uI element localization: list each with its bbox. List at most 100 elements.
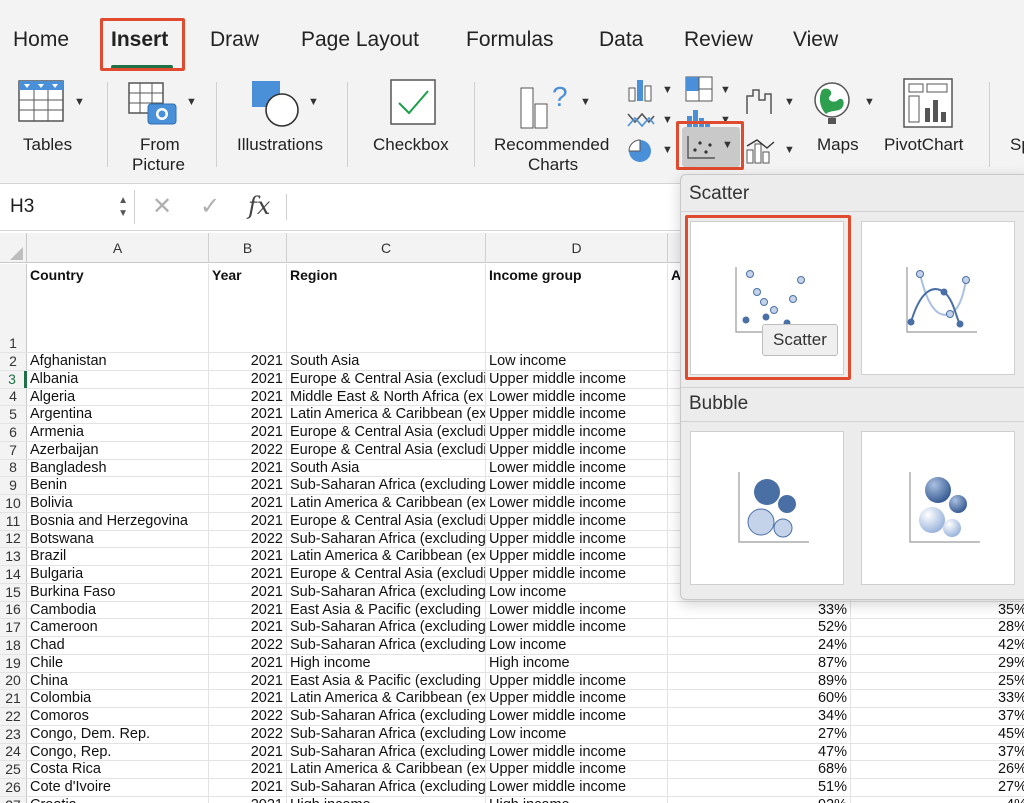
waterfall-chart-chevron-down-icon[interactable]: ▼ [784, 96, 795, 108]
cell[interactable]: Europe & Central Asia (excludi [287, 441, 486, 459]
cell[interactable]: 2021 [209, 690, 287, 707]
cell[interactable]: 29% [851, 655, 1024, 672]
cell[interactable]: Sub-Saharan Africa (excluding [287, 530, 486, 548]
cell[interactable]: Income group [486, 264, 668, 352]
cell[interactable]: 2022 [209, 708, 287, 725]
cell[interactable]: Lower middle income [486, 743, 668, 761]
table-icon[interactable] [18, 80, 64, 122]
cell[interactable]: Afghanistan [27, 353, 209, 370]
cell[interactable]: Sub-Saharan Africa (excluding [287, 619, 486, 636]
cell[interactable]: Lower middle income [486, 619, 668, 636]
cell[interactable]: Latin America & Caribbean (ex [287, 690, 486, 707]
cell[interactable]: 2021 [209, 672, 287, 690]
cell[interactable]: 2021 [209, 477, 287, 494]
column-header-c[interactable]: C [287, 233, 486, 263]
cell[interactable]: Europe & Central Asia (excludi [287, 566, 486, 583]
row-number[interactable]: 8 [0, 459, 27, 477]
row-number[interactable]: 10 [0, 495, 27, 512]
line-chart-chevron-down-icon[interactable]: ▼ [662, 114, 673, 126]
cell[interactable]: Argentina [27, 406, 209, 423]
row-number[interactable]: 13 [0, 548, 27, 565]
maps-globe-icon[interactable] [808, 78, 856, 126]
cell[interactable]: 2021 [209, 654, 287, 672]
row-number[interactable]: 27 [0, 797, 27, 803]
cell[interactable]: 28% [851, 619, 1024, 636]
cell[interactable]: Costa Rica [27, 761, 209, 778]
cell[interactable]: Lower middle income [486, 708, 668, 725]
checkbox-icon[interactable] [390, 79, 436, 125]
cell[interactable]: 60% [668, 690, 851, 707]
name-box[interactable]: H3 ▲ ▼ [0, 190, 135, 224]
cell[interactable]: 92% [668, 796, 851, 803]
tab-draw[interactable]: Draw [210, 28, 259, 52]
cell[interactable]: 2021 [209, 601, 287, 619]
row-number[interactable]: 23 [0, 726, 27, 743]
cell[interactable]: Brazil [27, 548, 209, 565]
cell[interactable]: 37% [851, 744, 1024, 761]
cell[interactable]: Lower middle income [486, 459, 668, 477]
cell[interactable]: Lower middle income [486, 601, 668, 619]
cell[interactable]: High income [287, 654, 486, 672]
hierarchy-chart-icon[interactable] [685, 76, 713, 102]
row-number[interactable]: 5 [0, 406, 27, 423]
cell[interactable]: 2021 [209, 566, 287, 583]
cell[interactable]: Upper middle income [486, 672, 668, 690]
cell[interactable]: Country [27, 264, 209, 352]
cell[interactable]: 2021 [209, 583, 287, 601]
cell[interactable]: 2022 [209, 637, 287, 654]
cell[interactable]: 34% [668, 708, 851, 725]
cell[interactable]: 27% [668, 725, 851, 743]
hierarchy-chart-chevron-down-icon[interactable]: ▼ [720, 84, 731, 96]
cell[interactable]: High income [486, 654, 668, 672]
scatter-smooth-lines-option-tile[interactable] [861, 221, 1015, 375]
cell[interactable]: Europe & Central Asia (excludi [287, 370, 486, 388]
cell[interactable]: Congo, Rep. [27, 743, 209, 761]
row-number[interactable]: 25 [0, 761, 27, 778]
column-chart-chevron-down-icon[interactable]: ▼ [662, 84, 673, 96]
cell[interactable]: 2021 [209, 406, 287, 423]
cell[interactable]: East Asia & Pacific (excluding [287, 601, 486, 619]
cell[interactable]: 33% [668, 601, 851, 619]
cell[interactable]: Sub-Saharan Africa (excluding [287, 637, 486, 654]
cell[interactable]: Sub-Saharan Africa (excluding [287, 743, 486, 761]
cell[interactable]: Lower middle income [486, 779, 668, 796]
cell[interactable]: Middle East & North Africa (ex [287, 388, 486, 406]
illustrations-icon[interactable] [251, 80, 301, 128]
row-number[interactable]: 14 [0, 566, 27, 583]
cell[interactable]: Sub-Saharan Africa (excluding [287, 725, 486, 743]
cell[interactable]: Low income [486, 725, 668, 743]
row-number[interactable]: 20 [0, 672, 27, 690]
row-number[interactable]: 21 [0, 690, 27, 707]
cell[interactable]: Upper middle income [486, 406, 668, 423]
statistic-chart-chevron-down-icon[interactable]: ▼ [720, 114, 731, 126]
cell[interactable]: Upper middle income [486, 761, 668, 778]
cell[interactable]: Albania [27, 370, 209, 388]
cell[interactable]: Croatia [27, 796, 209, 803]
column-header-d[interactable]: D [486, 233, 668, 263]
line-chart-icon[interactable] [627, 108, 655, 130]
cell[interactable]: Lower middle income [486, 495, 668, 512]
tab-data[interactable]: Data [599, 28, 643, 52]
column-chart-icon[interactable] [627, 78, 655, 102]
cell[interactable]: 2021 [209, 619, 287, 636]
row-number[interactable]: 22 [0, 708, 27, 725]
row-number[interactable]: 12 [0, 530, 27, 548]
cell[interactable]: 2021 [209, 370, 287, 388]
cell[interactable]: 87% [668, 654, 851, 672]
tab-formulas[interactable]: Formulas [466, 28, 554, 52]
cell[interactable]: Latin America & Caribbean (ex [287, 495, 486, 512]
bubble-option-tile[interactable] [690, 431, 844, 585]
cell[interactable]: 2021 [209, 548, 287, 565]
cell[interactable]: Benin [27, 477, 209, 494]
from-picture-icon[interactable] [128, 82, 180, 128]
row-number[interactable]: 15 [0, 584, 27, 601]
from-picture-chevron-down-icon[interactable]: ▼ [186, 96, 197, 108]
cell[interactable]: Azerbaijan [27, 441, 209, 459]
cell[interactable]: Latin America & Caribbean (ex [287, 761, 486, 778]
row-number[interactable]: 19 [0, 655, 27, 672]
cell[interactable]: 2021 [209, 796, 287, 803]
column-header-b[interactable]: B [209, 233, 287, 263]
cell[interactable]: 2021 [209, 761, 287, 778]
cell[interactable]: Upper middle income [486, 690, 668, 707]
cell[interactable]: 2021 [209, 743, 287, 761]
